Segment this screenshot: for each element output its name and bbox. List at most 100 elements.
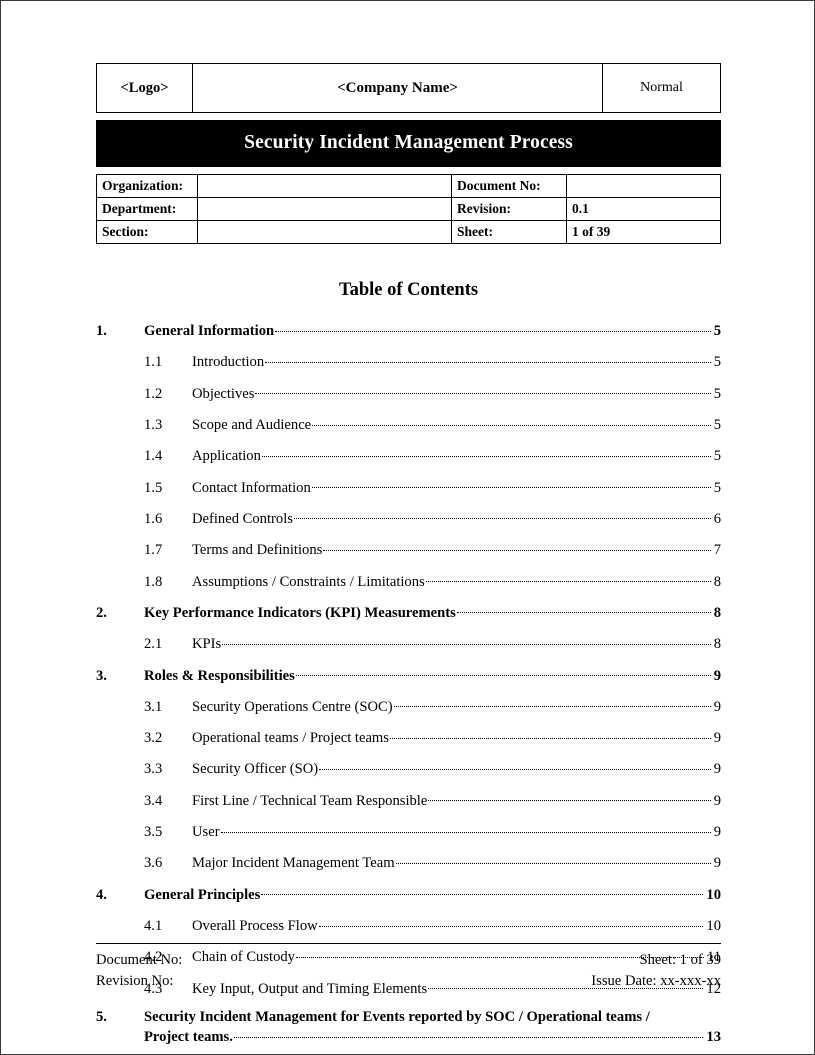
toc-leader-dots (255, 383, 711, 398)
toc-entry-body: Objectives 5 (192, 383, 721, 403)
toc-leader-dots (220, 822, 711, 837)
sheet-label: Sheet: (451, 219, 567, 244)
toc-entry-label: Terms and Definitions (192, 542, 323, 559)
toc-entry[interactable]: 5. Security Incident Management for Event… (96, 1009, 721, 1046)
toc-entry[interactable]: 1.4 Application 5 (96, 446, 721, 466)
toc-entry-body: Assumptions / Constraints / Limitations 8 (192, 571, 721, 591)
logo-cell: <Logo> (96, 63, 193, 113)
toc-entry-page: 9 (713, 698, 721, 715)
section-value (197, 219, 452, 244)
toc-entry[interactable]: 1.1 Introduction 5 (96, 352, 721, 372)
document-info-table: Organization: Document No: Department: R… (96, 173, 721, 244)
department-label: Department: (96, 196, 198, 221)
toc-leader-dots (425, 571, 711, 586)
toc-entry-number: 1.7 (144, 542, 163, 559)
toc-leader-dots (389, 728, 711, 743)
organization-value (197, 173, 452, 198)
organization-label: Organization: (96, 173, 198, 198)
toc-entry-page: 10 (706, 918, 721, 935)
toc-entry-label: Assumptions / Constraints / Limitations (192, 573, 425, 590)
toc-entry-number: 5. (96, 1009, 107, 1026)
toc-entry-label: Application (192, 448, 261, 465)
toc-entry[interactable]: 3.4 First Line / Technical Team Responsib… (96, 790, 721, 810)
toc-entry-body: Overall Process Flow 10 (192, 915, 721, 935)
header-top-row: <Logo> <Company Name> Normal (96, 63, 721, 113)
toc-entry-body: Defined Controls 6 (192, 508, 721, 528)
toc-leader-dots (428, 790, 711, 805)
toc-entry-body: Security Operations Centre (SOC) 9 (192, 696, 721, 716)
toc-leader-dots (312, 414, 711, 429)
toc-entry-page: 5 (713, 323, 721, 340)
toc-entry-number: 3.3 (144, 761, 163, 778)
toc-entry[interactable]: 2. Key Performance Indicators (KPI) Measu… (96, 602, 721, 622)
footer-left-block: Document No: Revision No: (96, 950, 182, 991)
toc-entry-page: 9 (713, 824, 721, 841)
document-no-value (566, 173, 721, 198)
toc-entry-body: Major Incident Management Team 9 (192, 853, 721, 873)
toc-entry-page: 5 (713, 385, 721, 402)
toc-entry-number: 4.1 (144, 918, 163, 935)
toc-entry[interactable]: 3.6 Major Incident Management Team 9 (96, 853, 721, 873)
toc-entry-label: Operational teams / Project teams (192, 730, 389, 747)
toc-entry-number: 3. (96, 667, 107, 684)
toc-entry-page: 8 (713, 636, 721, 653)
toc-leader-dots (323, 540, 711, 555)
table-row: Organization: Document No: (96, 173, 721, 198)
revision-label: Revision: (451, 196, 567, 221)
toc-entry-label: User (192, 824, 220, 841)
table-row: Department: Revision: 0.1 (96, 196, 721, 221)
toc-entry-number: 2.1 (144, 636, 163, 653)
toc-entry[interactable]: 3. Roles & Responsibilities 9 (96, 665, 721, 685)
toc-entry-page: 6 (713, 510, 721, 527)
footer-issue-date: Issue Date: xx-xxx-xx (591, 972, 721, 989)
toc-entry[interactable]: 1.5 Contact Information 5 (96, 477, 721, 497)
revision-value: 0.1 (566, 196, 721, 221)
document-no-label: Document No: (451, 173, 567, 198)
document-page: <Logo> <Company Name> Normal Security In… (0, 0, 815, 1055)
toc-leader-dots (275, 321, 711, 336)
toc-entry-label: General Information (144, 323, 275, 340)
toc-entry[interactable]: 2.1 KPIs 8 (96, 634, 721, 654)
company-name-cell: <Company Name> (192, 63, 603, 113)
toc-entry-body: Security Officer (SO) 9 (192, 759, 721, 779)
toc-entry-number: 3.2 (144, 730, 163, 747)
toc-entry[interactable]: 1.6 Defined Controls 6 (96, 508, 721, 528)
toc-entry[interactable]: 1.2 Objectives 5 (96, 383, 721, 403)
toc-leader-dots (222, 634, 711, 649)
toc-entry[interactable]: 1. General Information 5 (96, 321, 721, 341)
toc-entry-body: General Information 5 (144, 321, 721, 341)
toc-entry[interactable]: 3.2 Operational teams / Project teams 9 (96, 728, 721, 748)
toc-entry-page: 9 (713, 667, 721, 684)
toc-entry-line2: Project teams. 13 (144, 1027, 721, 1047)
toc-entry-label: Objectives (192, 385, 255, 402)
toc-leader-dots (311, 477, 711, 492)
footer-sheet: Sheet: 1 of 39 (639, 952, 721, 968)
toc-entry-number: 1.2 (144, 385, 163, 402)
toc-entry[interactable]: 1.7 Terms and Definitions 7 (96, 540, 721, 560)
toc-entry[interactable]: 3.1 Security Operations Centre (SOC) 9 (96, 696, 721, 716)
toc-entry-body: First Line / Technical Team Responsible 9 (192, 790, 721, 810)
toc-entry-number: 1. (96, 323, 107, 340)
toc-entry-page: 7 (713, 542, 721, 559)
toc-entry[interactable]: 3.3 Security Officer (SO) 9 (96, 759, 721, 779)
toc-entry-label-line2: Project teams. (144, 1029, 233, 1046)
toc-entry-page: 5 (713, 479, 721, 496)
toc-entry-label: Contact Information (192, 479, 311, 496)
toc-entry[interactable]: 4.1 Overall Process Flow 10 (96, 915, 721, 935)
toc-entry-body: Scope and Audience 5 (192, 414, 721, 434)
page-footer: Document No: Revision No: Sheet: 1 of 39… (96, 943, 721, 991)
toc-entry[interactable]: 1.3 Scope and Audience 5 (96, 414, 721, 434)
toc-entry[interactable]: 1.8 Assumptions / Constraints / Limitatio… (96, 571, 721, 591)
toc-entry-label: Security Officer (SO) (192, 761, 319, 778)
toc-leader-dots (456, 602, 711, 617)
toc-leader-dots (261, 884, 704, 899)
page-content: <Logo> <Company Name> Normal Security In… (96, 63, 721, 1054)
toc-leader-dots (319, 759, 711, 774)
toc-entry-page: 9 (713, 855, 721, 872)
toc-entry-label: Overall Process Flow (192, 918, 318, 935)
toc-entry-label: Defined Controls (192, 510, 293, 527)
toc-entry[interactable]: 3.5 User 9 (96, 822, 721, 842)
toc-entry-body: Contact Information 5 (192, 477, 721, 497)
sheet-value: 1 of 39 (566, 219, 721, 244)
toc-entry[interactable]: 4. General Principles 10 (96, 884, 721, 904)
